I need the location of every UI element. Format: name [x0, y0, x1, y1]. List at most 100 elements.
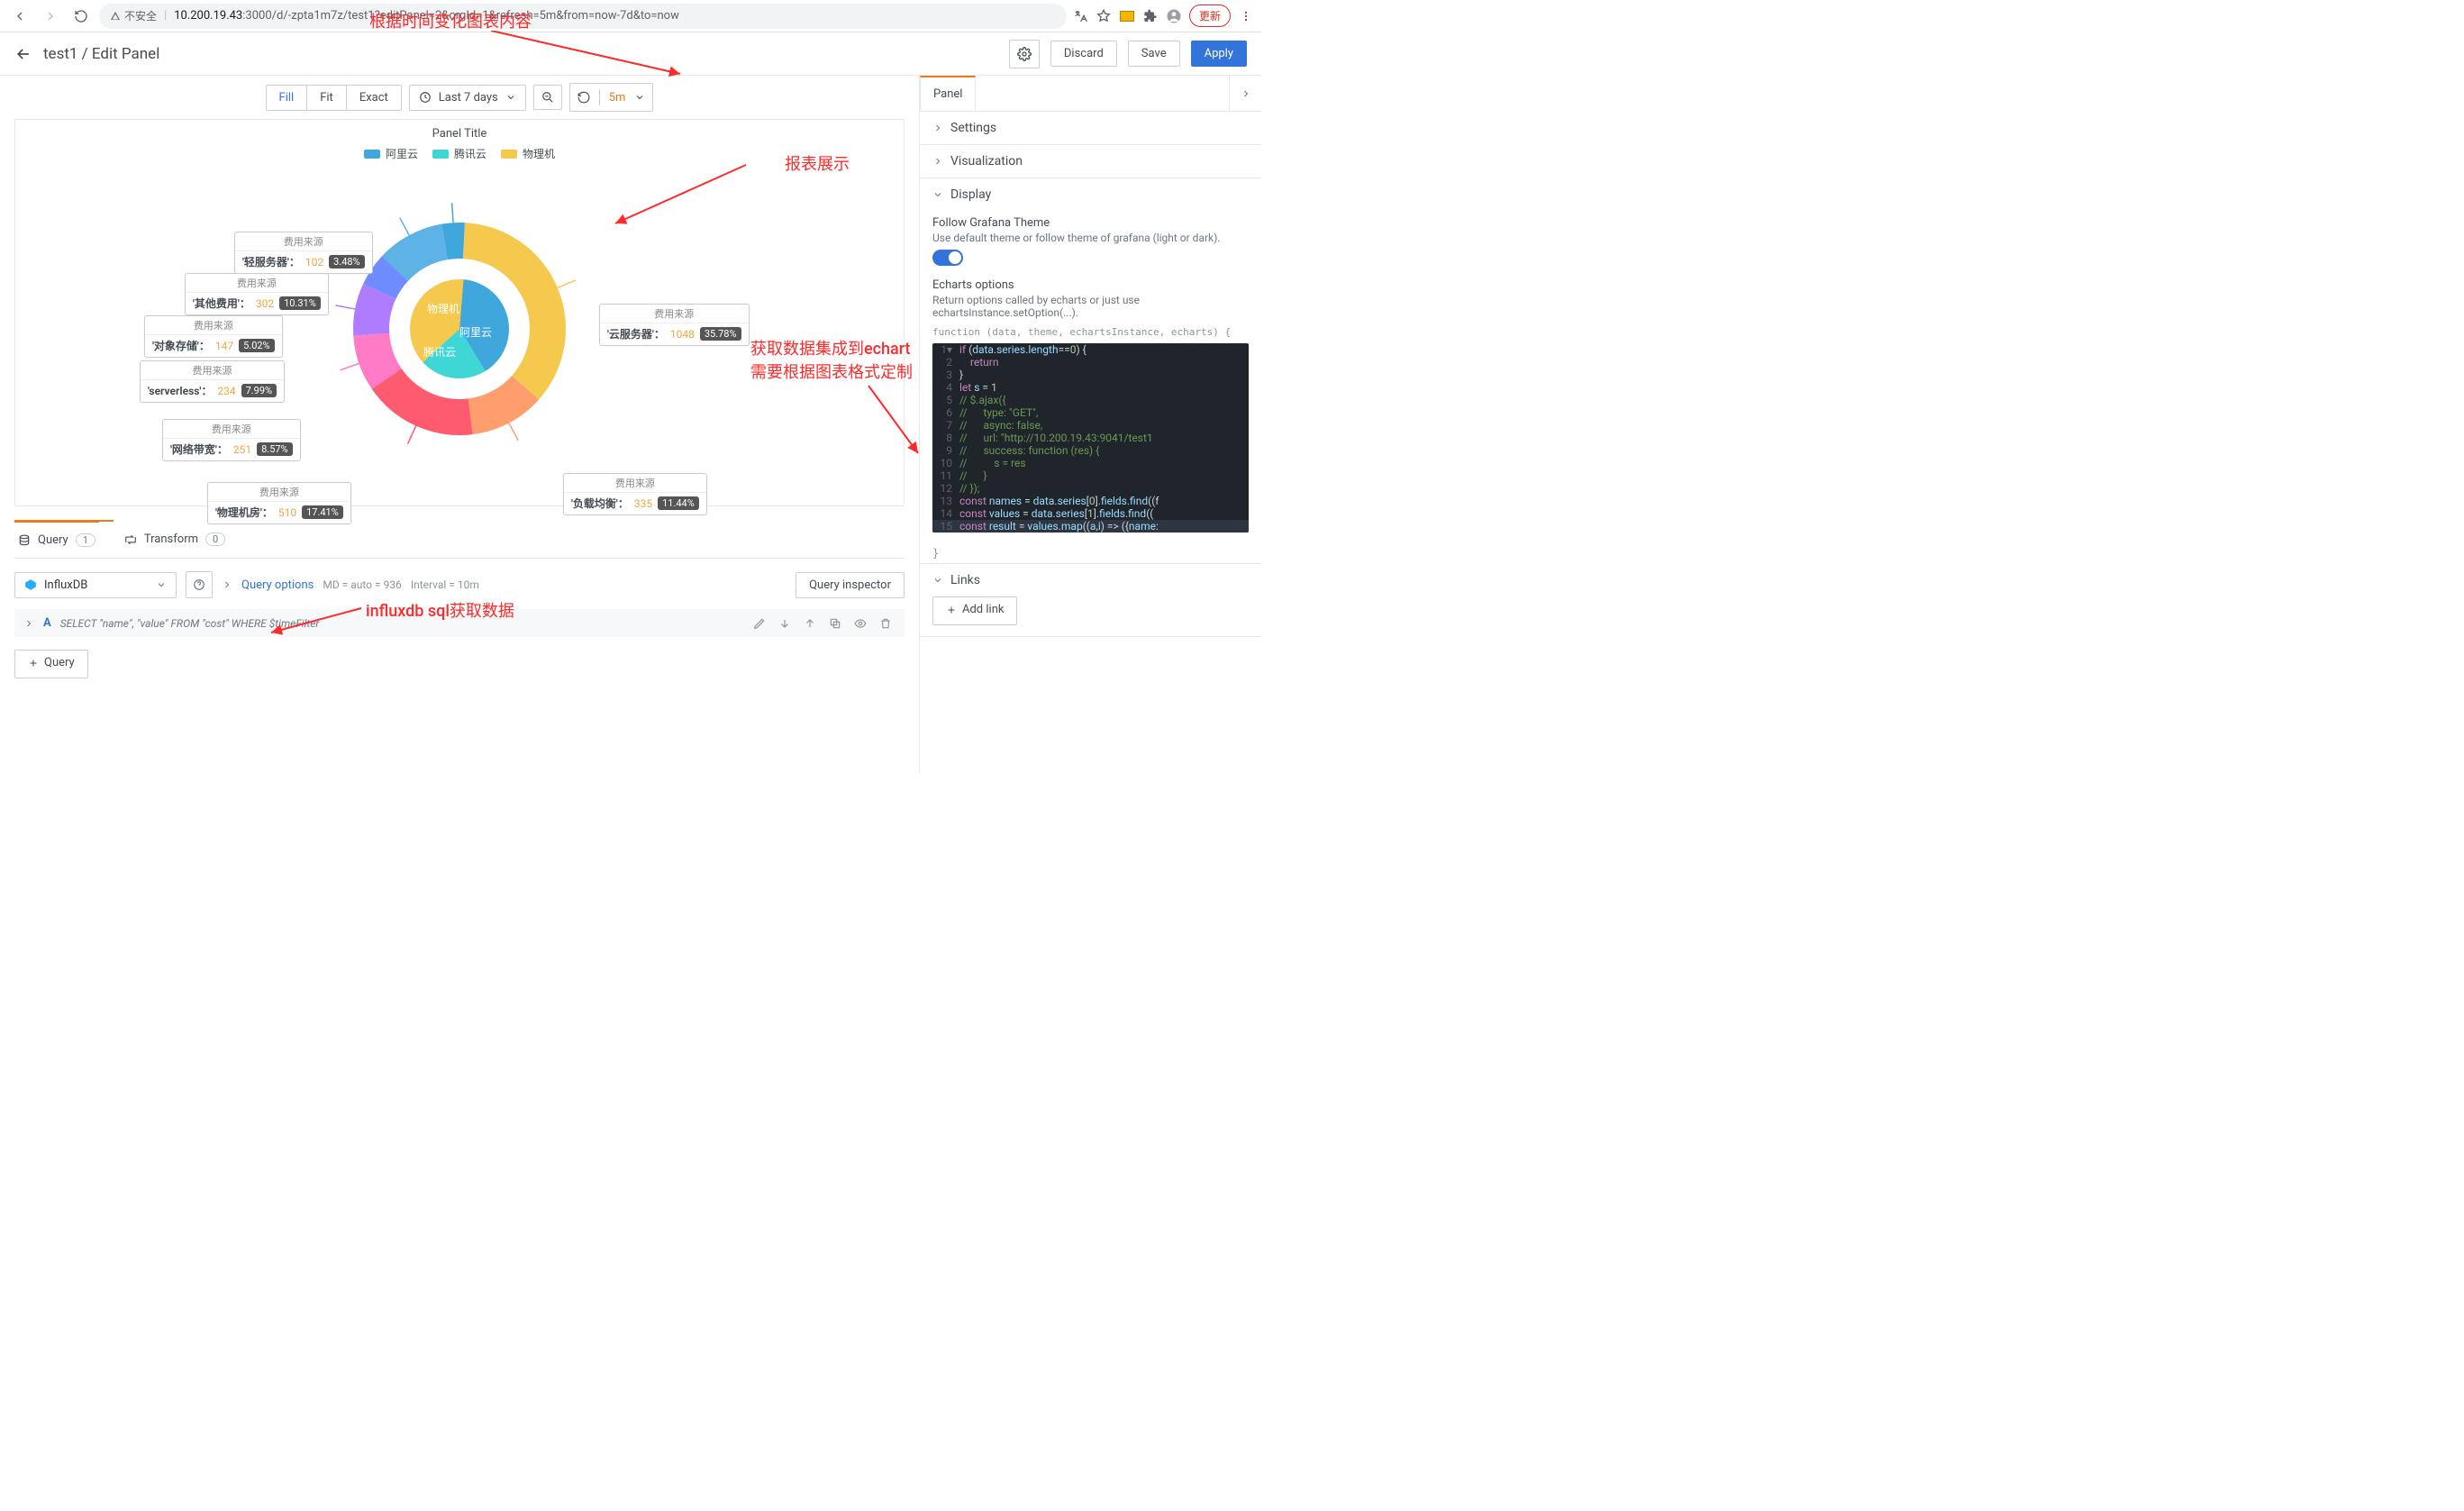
- expand-icon[interactable]: [1229, 76, 1261, 111]
- chevron-down-icon: [156, 579, 167, 590]
- forward-icon[interactable]: [38, 4, 63, 29]
- add-query-button[interactable]: Query: [14, 650, 88, 678]
- pie-slice-label: 费用来源'其他费用'：30210.31%: [185, 273, 329, 315]
- chevron-right-icon: [932, 156, 943, 167]
- chart-legend: 阿里云 腾讯云 物理机: [23, 146, 896, 161]
- back-arrow-icon[interactable]: [14, 45, 32, 63]
- svg-text:腾讯云: 腾讯云: [423, 345, 456, 359]
- legend-item[interactable]: 阿里云: [364, 146, 418, 161]
- query-row: A SELECT "name", "value" FROM "cost" WHE…: [14, 609, 905, 637]
- function-signature: function (data, theme, echartsInstance, …: [932, 326, 1249, 338]
- arrow-top: [491, 31, 698, 81]
- query-md-label: MD = auto = 936: [323, 578, 401, 591]
- options-panel: Panel Settings Visualization Display F: [919, 76, 1261, 773]
- datasource-select[interactable]: InfluxDB: [14, 572, 177, 598]
- time-range-label: Last 7 days: [439, 91, 498, 105]
- display-section[interactable]: Display: [920, 178, 1261, 211]
- insecure-icon: 不安全: [110, 8, 157, 23]
- page-title: test1 / Edit Panel: [43, 45, 159, 63]
- echarts-options-desc: Return options called by echarts or just…: [932, 294, 1249, 319]
- star-icon[interactable]: [1096, 8, 1112, 24]
- update-button[interactable]: 更新: [1189, 5, 1231, 27]
- query-sql-text[interactable]: SELECT "name", "value" FROM "cost" WHERE…: [60, 617, 744, 630]
- chevron-right-icon[interactable]: [222, 579, 232, 590]
- insecure-label: 不安全: [124, 8, 157, 23]
- svg-text:物理机: 物理机: [427, 303, 459, 315]
- links-section[interactable]: Links: [920, 564, 1261, 596]
- follow-theme-desc: Use default theme or follow theme of gra…: [932, 232, 1249, 244]
- discard-button[interactable]: Discard: [1050, 41, 1117, 67]
- pie-slice-label: 费用来源'网络带宽'：2518.57%: [162, 419, 301, 461]
- echarts-options-title: Echarts options: [932, 278, 1249, 292]
- visualization-section[interactable]: Visualization: [920, 145, 1261, 177]
- follow-theme-toggle[interactable]: [932, 250, 963, 266]
- reload-icon[interactable]: [68, 4, 94, 29]
- settings-icon-button[interactable]: [1009, 40, 1040, 68]
- legend-item[interactable]: 腾讯云: [432, 146, 486, 161]
- help-button[interactable]: [186, 571, 213, 598]
- chevron-right-icon: [932, 123, 943, 133]
- url-bar[interactable]: 不安全 | 10.200.19.43:3000/d/-zpta1m7z/test…: [99, 4, 1067, 29]
- fit-tab[interactable]: Fit: [307, 86, 347, 110]
- translate-icon[interactable]: [1072, 8, 1088, 24]
- trash-icon[interactable]: [879, 617, 896, 630]
- fill-tab[interactable]: Fill: [267, 86, 308, 110]
- plus-icon: [946, 605, 957, 615]
- query-options-link[interactable]: Query options: [241, 578, 314, 592]
- copy-icon[interactable]: [829, 617, 845, 630]
- query-tabs: Query 1 Transform 0: [14, 521, 905, 559]
- pie-slice-label: 费用来源'云服务器'：104835.78%: [599, 304, 750, 346]
- tab-transform[interactable]: Transform 0: [121, 521, 229, 558]
- pie-slice-label: 费用来源'负载均衡'：33511.44%: [563, 473, 707, 515]
- refresh-button[interactable]: 5m: [569, 83, 654, 112]
- chart-panel: Panel Title 阿里云 腾讯云 物理机 报表展示 获取数据集成到echa…: [14, 119, 905, 506]
- legend-item[interactable]: 物理机: [501, 146, 555, 161]
- database-icon: [18, 534, 31, 547]
- extensions-icon[interactable]: [1142, 8, 1159, 24]
- pie-slice-label: 费用来源'物理机房'：51017.41%: [207, 482, 351, 524]
- query-inspector-button[interactable]: Query inspector: [796, 572, 905, 598]
- pie-slice-label: 费用来源'serverless'：2347.99%: [140, 360, 285, 403]
- settings-section[interactable]: Settings: [920, 112, 1261, 144]
- chevron-right-icon[interactable]: [23, 618, 34, 629]
- code-editor[interactable]: 1▾ if (data.series.length==0) {2 return3…: [932, 343, 1249, 532]
- extension-img-icon[interactable]: [1119, 8, 1135, 24]
- pie-slice-label: 费用来源'对象存储'：1475.02%: [144, 315, 283, 358]
- back-icon[interactable]: [7, 4, 32, 29]
- chevron-down-icon: [932, 189, 943, 200]
- add-link-button[interactable]: Add link: [932, 596, 1017, 625]
- influxdb-icon: [24, 578, 37, 591]
- edit-icon[interactable]: [753, 617, 769, 630]
- browser-chrome: 不安全 | 10.200.19.43:3000/d/-zpta1m7z/test…: [0, 0, 1261, 32]
- save-button[interactable]: Save: [1128, 41, 1180, 67]
- refresh-interval: 5m: [609, 91, 626, 105]
- panel-controls: Fill Fit Exact Last 7 days 5m: [14, 83, 905, 112]
- zoom-out-button[interactable]: [533, 85, 562, 110]
- tab-query[interactable]: Query 1: [14, 521, 99, 558]
- plus-icon: [28, 658, 39, 669]
- follow-theme-title: Follow Grafana Theme: [932, 216, 1249, 230]
- move-down-icon[interactable]: [778, 617, 795, 630]
- query-interval-label: Interval = 10m: [411, 578, 479, 591]
- time-range-picker[interactable]: Last 7 days: [409, 85, 526, 111]
- kebab-icon[interactable]: [1238, 8, 1254, 24]
- profile-icon[interactable]: [1166, 8, 1182, 24]
- chevron-down-icon: [634, 92, 645, 103]
- panel-tab[interactable]: Panel: [920, 76, 976, 111]
- closing-brace: }: [920, 543, 1261, 563]
- query-ref-label: A: [43, 616, 51, 630]
- query-header: InfluxDB Query options MD = auto = 936 I…: [14, 571, 905, 598]
- chevron-down-icon: [932, 575, 943, 586]
- apply-button[interactable]: Apply: [1191, 41, 1247, 67]
- exact-tab[interactable]: Exact: [347, 86, 401, 110]
- transform-count-badge: 0: [205, 532, 225, 546]
- svg-text:阿里云: 阿里云: [459, 326, 492, 339]
- fit-mode-group: Fill Fit Exact: [266, 85, 402, 111]
- eye-icon[interactable]: [854, 617, 870, 630]
- chart-canvas: 阿里云腾讯云物理机 费用来源'云服务器'：104835.78%费用来源'负载均衡…: [23, 167, 896, 491]
- query-count-badge: 1: [76, 533, 95, 547]
- editor-toolbar: test1 / Edit Panel 根据时间变化图表内容 Discard Sa…: [0, 32, 1261, 76]
- move-up-icon[interactable]: [804, 617, 820, 630]
- transform-icon: [124, 533, 137, 546]
- chevron-down-icon: [505, 92, 516, 103]
